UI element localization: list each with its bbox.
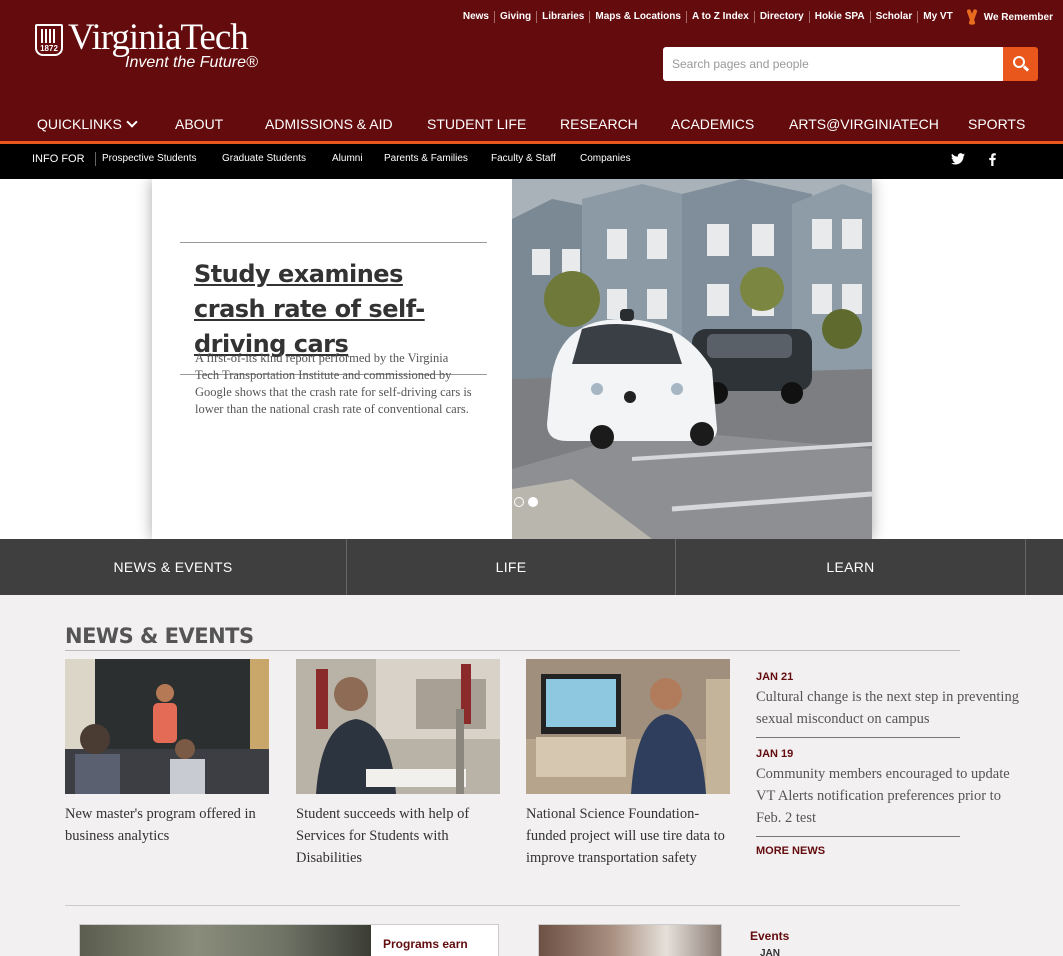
utility-link-maps[interactable]: Maps & Locations [589, 11, 686, 23]
promo-image-2[interactable] [538, 924, 722, 956]
hero-title-link[interactable]: Study examines crash rate of self-drivin… [194, 257, 473, 362]
carousel-dot-2[interactable] [528, 497, 538, 507]
utility-nav: News Giving Libraries Maps & Locations A… [458, 9, 1053, 25]
nav-research[interactable]: RESEARCH [560, 116, 638, 132]
promo-card-1[interactable]: Programs earn [79, 924, 499, 956]
logo-tagline: Invent the Future® [125, 54, 258, 71]
main-nav: QUICKLINKS ABOUT ADMISSIONS & AID STUDEN… [0, 110, 1063, 138]
utility-link-my-vt[interactable]: My VT [917, 11, 957, 23]
news-card-image-1[interactable] [65, 659, 269, 794]
nav-quicklinks[interactable]: QUICKLINKS [37, 116, 138, 132]
nav-about[interactable]: ABOUT [175, 116, 223, 132]
info-for-label: INFO FOR [32, 152, 96, 166]
promo-image-1 [80, 925, 371, 956]
side-news-date-1: JAN 21 [756, 671, 794, 683]
virginia-tech-logo[interactable]: 1872 VirginiaTech Invent the Future® [35, 17, 260, 78]
utility-link-scholar[interactable]: Scholar [869, 11, 918, 23]
nav-academics[interactable]: ACADEMICS [671, 116, 754, 132]
events-label[interactable]: Events [750, 929, 789, 943]
info-link-faculty[interactable]: Faculty & Staff [491, 153, 556, 164]
news-card-caption-3[interactable]: National Science Foundation-funded proje… [526, 803, 736, 869]
utility-link-hokie-spa[interactable]: Hokie SPA [808, 11, 870, 23]
carousel-dots [514, 497, 538, 507]
side-divider [756, 737, 960, 738]
section-divider [65, 650, 960, 651]
utility-link-directory[interactable]: Directory [753, 11, 809, 23]
site-header: 1872 VirginiaTech Invent the Future® New… [0, 0, 1063, 141]
nav-student-life[interactable]: STUDENT LIFE [427, 116, 526, 132]
facebook-icon[interactable] [989, 153, 996, 169]
side-news-headline-1[interactable]: Cultural change is the next step in prev… [756, 686, 1026, 730]
side-divider [756, 836, 960, 837]
nav-sports[interactable]: SPORTS [968, 116, 1025, 132]
logo-wordmark: VirginiaTech [68, 17, 249, 58]
carousel-dot-1[interactable] [514, 497, 524, 507]
utility-link-giving[interactable]: Giving [494, 11, 536, 23]
info-link-companies[interactable]: Companies [580, 153, 631, 164]
news-card-image-3[interactable] [526, 659, 730, 794]
info-link-alumni[interactable]: Alumni [332, 153, 363, 164]
hero-image[interactable] [512, 179, 872, 539]
info-link-parents[interactable]: Parents & Families [384, 153, 468, 164]
utility-link-news[interactable]: News [458, 11, 494, 23]
tab-learn[interactable]: LEARN [676, 539, 1025, 595]
side-news-date-2: JAN 19 [756, 748, 794, 760]
news-card-caption-2[interactable]: Student succeeds with help of Services f… [296, 803, 506, 869]
utility-link-libraries[interactable]: Libraries [536, 11, 589, 23]
shield-icon: 1872 [35, 24, 63, 56]
chevron-down-icon [126, 116, 138, 128]
bottom-divider [65, 905, 960, 906]
we-remember-link[interactable]: We Remember [984, 12, 1053, 23]
section-tabs: NEWS & EVENTS LIFE LEARN [0, 539, 1063, 595]
news-card-image-2[interactable] [296, 659, 500, 794]
search-input[interactable] [663, 47, 1003, 81]
news-card-caption-1[interactable]: New master's program offered in business… [65, 803, 275, 847]
search-form [663, 47, 1038, 81]
nav-admissions[interactable]: ADMISSIONS & AID [265, 116, 393, 132]
hero-description: A first-of-its kind report performed by … [195, 351, 472, 416]
search-button[interactable] [1003, 47, 1038, 81]
news-section-title: NEWS & EVENTS [65, 624, 254, 648]
info-link-graduate[interactable]: Graduate Students [222, 153, 306, 164]
utility-link-a-to-z[interactable]: A to Z Index [685, 11, 754, 23]
twitter-icon[interactable] [951, 153, 965, 168]
logo-year: 1872 [40, 44, 58, 53]
more-news-link[interactable]: MORE NEWS [756, 845, 825, 857]
tab-news-events[interactable]: NEWS & EVENTS [0, 539, 346, 595]
side-news-headline-2[interactable]: Community members encouraged to update V… [756, 763, 1026, 829]
events-month: JAN [760, 948, 781, 956]
info-link-prospective[interactable]: Prospective Students [102, 153, 197, 164]
nav-arts[interactable]: ARTS@VIRGINIATECH [789, 116, 939, 132]
ribbon-icon [966, 9, 978, 25]
tab-life[interactable]: LIFE [347, 539, 675, 595]
promo-text-1: Programs earn [383, 937, 468, 951]
info-for-bar: INFO FOR Prospective Students Graduate S… [0, 144, 1063, 179]
